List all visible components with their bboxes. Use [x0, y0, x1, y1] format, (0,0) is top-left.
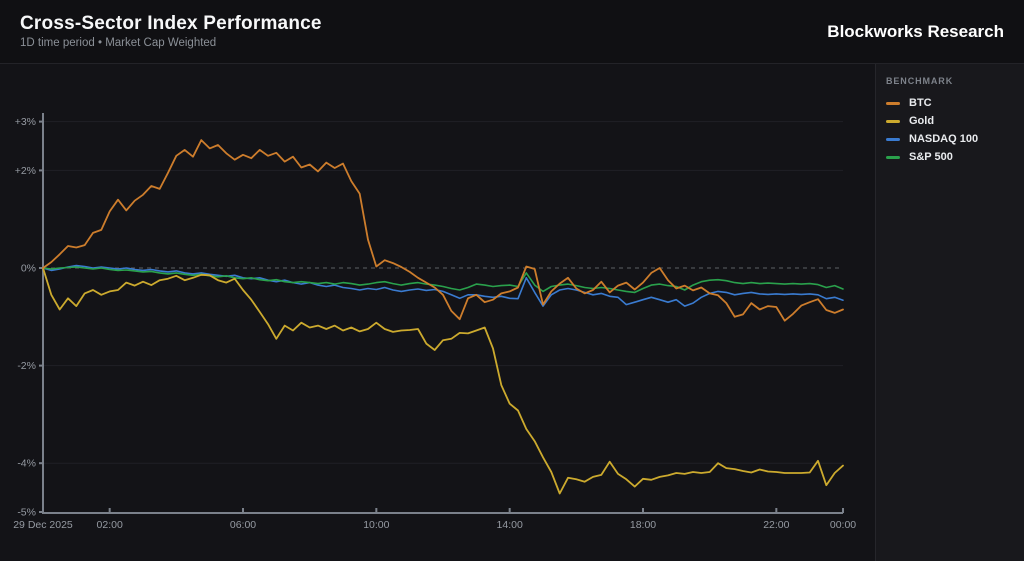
gold-swatch-icon	[886, 120, 900, 123]
legend-item-s-p-500[interactable]: S&P 500	[886, 148, 1016, 166]
legend-panel: BENCHMARK BTC Gold NASDAQ 100 S&P 500	[875, 64, 1024, 561]
y-axis-label: -5%	[17, 507, 36, 519]
y-axis-label: 0%	[21, 263, 36, 275]
series-line-btc[interactable]	[43, 140, 843, 321]
x-axis-label: 00:00	[830, 519, 856, 531]
legend-item-label: S&P 500	[909, 151, 953, 163]
chart-panel: +3% +2% 0% -2% -4% -5%29 Dec 2025 02:00 06:00 10…	[0, 64, 875, 561]
legend-item-label: BTC	[909, 97, 932, 109]
legend-items: BTC Gold NASDAQ 100 S&P 500	[886, 94, 1016, 166]
main-content: +3% +2% 0% -2% -4% -5%29 Dec 2025 02:00 06:00 10…	[0, 64, 1024, 561]
s-p-500-swatch-icon	[886, 156, 900, 159]
nasdaq-100-swatch-icon	[886, 138, 900, 141]
y-axis-label: -4%	[17, 458, 36, 470]
legend-item-nasdaq-100[interactable]: NASDAQ 100	[886, 130, 1016, 148]
legend-item-gold[interactable]: Gold	[886, 112, 1016, 130]
btc-swatch-icon	[886, 102, 900, 105]
legend-item-label: NASDAQ 100	[909, 133, 978, 145]
brand-logo: Blockworks Research	[827, 22, 1004, 42]
app-root: Cross-Sector Index Performance 1D time p…	[0, 0, 1024, 561]
x-axis-label: 22:00	[763, 519, 789, 531]
legend-item-label: Gold	[909, 115, 934, 127]
legend-heading: BENCHMARK	[886, 76, 1016, 86]
series-line-gold[interactable]	[43, 268, 843, 494]
y-axis-label: +3%	[15, 116, 36, 128]
page-header: Cross-Sector Index Performance 1D time p…	[0, 0, 1024, 64]
x-axis-label: 02:00	[97, 519, 123, 531]
page-subtitle: 1D time period • Market Cap Weighted	[20, 37, 322, 49]
x-axis-label: 06:00	[230, 519, 256, 531]
x-axis-label: 10:00	[363, 519, 389, 531]
legend-item-btc[interactable]: BTC	[886, 94, 1016, 112]
header-titles: Cross-Sector Index Performance 1D time p…	[20, 14, 322, 50]
y-axis-label: -2%	[17, 360, 36, 372]
x-axis-label: 14:00	[497, 519, 523, 531]
x-axis-label: 18:00	[630, 519, 656, 531]
page-title: Cross-Sector Index Performance	[20, 14, 322, 35]
y-axis-label: +2%	[15, 165, 36, 177]
x-axis-label: 29 Dec 2025	[13, 519, 73, 531]
performance-line-chart[interactable]: +3% +2% 0% -2% -4% -5%29 Dec 2025 02:00 06:00 10…	[0, 64, 875, 561]
